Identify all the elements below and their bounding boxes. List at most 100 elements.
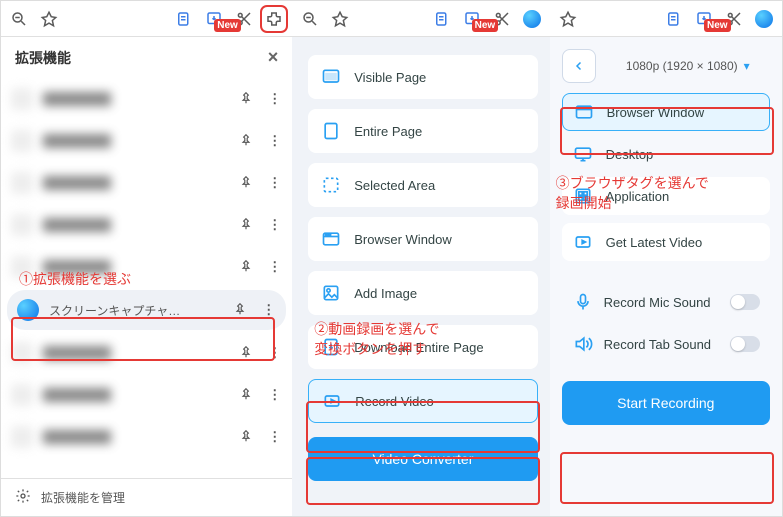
pin-icon[interactable]	[230, 302, 250, 319]
more-icon[interactable]: ⋮	[266, 259, 282, 275]
option-label: Visible Page	[354, 70, 426, 85]
start-recording-button[interactable]: Start Recording	[562, 381, 770, 425]
option-label: Selected Area	[354, 178, 435, 193]
target-application[interactable]: Application	[562, 177, 770, 215]
option-label: Download Entire Page	[354, 340, 483, 355]
download-new-icon[interactable]: New	[694, 9, 714, 29]
new-badge: New	[472, 19, 499, 32]
toggle-label: Record Mic Sound	[604, 295, 711, 310]
record-video-icon	[321, 390, 343, 412]
close-icon[interactable]: ×	[268, 47, 279, 68]
extension-row[interactable]: ████████⋮	[1, 332, 292, 374]
toggle-mic: Record Mic Sound	[562, 285, 770, 319]
option-label: Entire Page	[354, 124, 422, 139]
button-label: Start Recording	[617, 395, 714, 411]
speaker-icon	[572, 333, 594, 355]
doc-icon[interactable]	[174, 9, 194, 29]
option-label: Record Video	[355, 394, 434, 409]
pin-icon[interactable]	[236, 91, 256, 108]
star-icon[interactable]	[558, 9, 578, 29]
caret-down-icon: ▾	[744, 59, 750, 73]
extension-row[interactable]: ████████⋮	[1, 374, 292, 416]
more-icon[interactable]: ⋮	[266, 429, 282, 445]
option-label: Add Image	[354, 286, 417, 301]
mic-toggle[interactable]	[730, 294, 760, 310]
application-icon	[572, 185, 594, 207]
back-button[interactable]	[562, 49, 596, 83]
video-converter-button[interactable]: Video Converter	[308, 437, 537, 481]
toggle-tab-sound: Record Tab Sound	[562, 327, 770, 361]
active-extension-icon[interactable]	[522, 9, 542, 29]
resolution-label: 1080p (1920 × 1080)	[626, 59, 738, 73]
extension-row[interactable]: ████████⋮	[1, 78, 292, 120]
extension-row[interactable]: ████████⋮	[1, 204, 292, 246]
extension-row-selected[interactable]: スクリーンキャプチャ… ⋮	[7, 290, 286, 330]
download-new-icon[interactable]: New	[204, 9, 224, 29]
star-icon[interactable]	[330, 9, 350, 29]
pin-icon[interactable]	[236, 217, 256, 234]
more-icon[interactable]: ⋮	[266, 175, 282, 191]
option-visible-page[interactable]: Visible Page	[308, 55, 537, 99]
option-selected-area[interactable]: Selected Area	[308, 163, 537, 207]
target-desktop[interactable]: Desktop	[562, 139, 770, 169]
pin-icon[interactable]	[236, 259, 256, 276]
button-label: Video Converter	[372, 451, 473, 467]
more-icon[interactable]: ⋮	[266, 345, 282, 361]
pin-icon[interactable]	[236, 387, 256, 404]
more-icon[interactable]: ⋮	[260, 302, 276, 318]
pin-icon[interactable]	[236, 429, 256, 446]
zoom-out-icon[interactable]	[300, 9, 320, 29]
extensions-header: 拡張機能 ×	[1, 37, 292, 78]
toggle-label: Record Tab Sound	[604, 337, 711, 352]
manage-extensions-label: 拡張機能を管理	[41, 489, 125, 506]
new-badge: New	[704, 19, 731, 32]
browser-toolbar-3: New	[550, 1, 782, 37]
more-icon[interactable]: ⋮	[266, 217, 282, 233]
zoom-out-icon[interactable]	[9, 9, 29, 29]
screen-capture-ext-icon	[17, 299, 39, 321]
panel-record-settings: New 1080p (1920 × 1080) ▾ Browser Window…	[550, 1, 782, 516]
target-label: Desktop	[606, 147, 654, 162]
image-icon	[320, 282, 342, 304]
more-icon[interactable]: ⋮	[266, 387, 282, 403]
option-label: Browser Window	[354, 232, 452, 247]
option-record-video[interactable]: Record Video	[308, 379, 537, 423]
active-extension-icon[interactable]	[754, 9, 774, 29]
extensions-puzzle-icon[interactable]	[264, 9, 284, 29]
option-add-image[interactable]: Add Image	[308, 271, 537, 315]
browser-toolbar-1: New	[1, 1, 292, 37]
more-icon[interactable]: ⋮	[266, 133, 282, 149]
extension-row[interactable]: ████████⋮	[1, 162, 292, 204]
pin-icon[interactable]	[236, 175, 256, 192]
extension-row[interactable]: ████████⋮	[1, 120, 292, 162]
star-icon[interactable]	[39, 9, 59, 29]
extensions-title: 拡張機能	[15, 48, 71, 68]
option-browser-window[interactable]: Browser Window	[308, 217, 537, 261]
pin-icon[interactable]	[236, 345, 256, 362]
doc-icon[interactable]	[664, 9, 684, 29]
desktop-icon	[572, 143, 594, 165]
target-latest-video[interactable]: Get Latest Video	[562, 223, 770, 261]
target-browser-window[interactable]: Browser Window	[562, 93, 770, 131]
resolution-select[interactable]: 1080p (1920 × 1080) ▾	[604, 49, 772, 83]
extensions-list: ████████⋮ ████████⋮ ████████⋮ ████████⋮ …	[1, 78, 292, 458]
download-page-icon	[320, 336, 342, 358]
doc-icon[interactable]	[432, 9, 452, 29]
download-new-icon[interactable]: New	[462, 9, 482, 29]
highlight-3b	[560, 452, 774, 504]
option-download-entire-page[interactable]: Download Entire Page	[308, 325, 537, 369]
manage-extensions[interactable]: 拡張機能を管理	[1, 478, 292, 516]
more-icon[interactable]: ⋮	[266, 91, 282, 107]
extension-row[interactable]: ████████⋮	[1, 246, 292, 288]
visible-page-icon	[320, 66, 342, 88]
extension-row[interactable]: ████████⋮	[1, 416, 292, 458]
browser-toolbar-2: New	[292, 1, 549, 37]
pin-icon[interactable]	[236, 133, 256, 150]
extension-name: スクリーンキャプチャ…	[49, 302, 220, 319]
option-entire-page[interactable]: Entire Page	[308, 109, 537, 153]
tab-sound-toggle[interactable]	[730, 336, 760, 352]
selected-area-icon	[320, 174, 342, 196]
panel-capture-menu: New Visible Page Entire Page Selected Ar…	[292, 1, 549, 516]
target-label: Application	[606, 189, 670, 204]
target-label: Get Latest Video	[606, 235, 703, 250]
